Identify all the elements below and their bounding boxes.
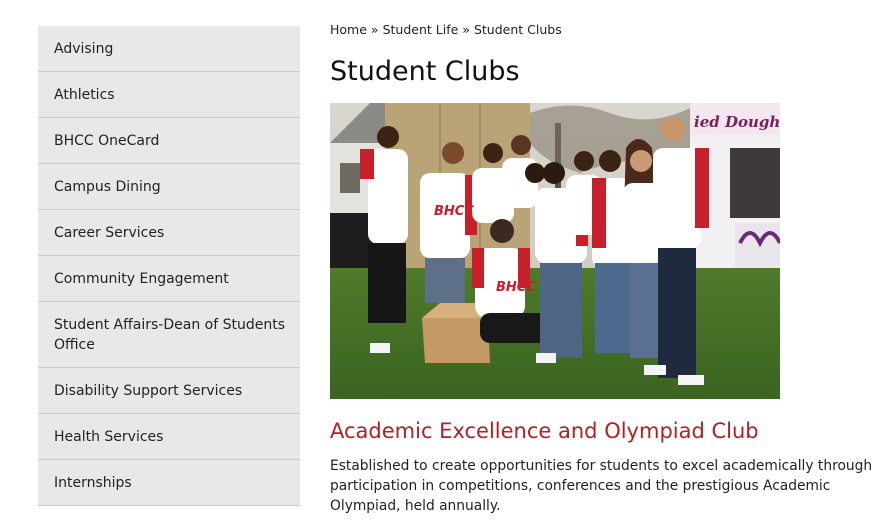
club-description: Established to create opportunities for … — [330, 458, 873, 514]
breadcrumb-separator: » — [462, 22, 470, 37]
breadcrumb-student-life-link[interactable]: Student Life — [383, 22, 459, 37]
sidebar-item-internships[interactable]: Internships — [38, 460, 300, 506]
shirt-logo-text: BHCC — [496, 280, 536, 295]
sidebar-nav: Advising Athletics BHCC OneCard Campus D… — [38, 26, 300, 506]
page-title: Student Clubs — [330, 56, 520, 87]
breadcrumb-home-link[interactable]: Home — [330, 22, 367, 37]
student-clubs-photo: ied Dough BHCC BHCC — [330, 103, 780, 399]
sidebar-item-advising[interactable]: Advising — [38, 26, 300, 72]
sidebar-item-athletics[interactable]: Athletics — [38, 72, 300, 118]
sidebar-item-dean-of-students[interactable]: Student Affairs-Dean of Students Office — [38, 302, 300, 368]
breadcrumb-separator: » — [370, 22, 379, 37]
cardboard-box — [422, 318, 490, 363]
truck-sign-text: ied Dough — [694, 113, 780, 131]
club-title: Academic Excellence and Olympiad Club — [330, 419, 759, 443]
sidebar-item-campus-dining[interactable]: Campus Dining — [38, 164, 300, 210]
sidebar-item-onecard[interactable]: BHCC OneCard — [38, 118, 300, 164]
sidebar-item-community-engagement[interactable]: Community Engagement — [38, 256, 300, 302]
shirt-logo-text: BHCC — [434, 204, 474, 219]
sidebar-item-disability-support[interactable]: Disability Support Services — [38, 368, 300, 414]
house-window — [340, 163, 360, 193]
sidebar-item-career-services[interactable]: Career Services — [38, 210, 300, 256]
sidebar-item-health-services[interactable]: Health Services — [38, 414, 300, 460]
breadcrumb-current: Student Clubs — [473, 22, 562, 37]
breadcrumb: Home» Student Life» Student Clubs — [330, 22, 562, 37]
